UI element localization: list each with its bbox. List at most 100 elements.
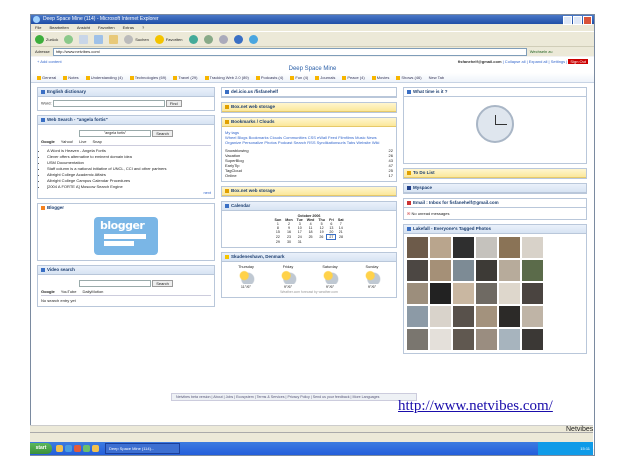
photo-thumbnail[interactable] bbox=[407, 306, 428, 327]
widget-header[interactable]: Myspace bbox=[404, 184, 586, 193]
tab-notes[interactable]: Notes bbox=[63, 75, 79, 80]
refresh-button[interactable] bbox=[94, 34, 104, 44]
tab-movies[interactable]: Movies bbox=[371, 75, 389, 80]
photo-thumbnail[interactable] bbox=[453, 260, 474, 281]
history-button[interactable] bbox=[188, 34, 198, 44]
tab-new[interactable]: New Tab bbox=[429, 75, 445, 80]
photo-thumbnail[interactable] bbox=[453, 283, 474, 304]
blogger-search-input[interactable] bbox=[104, 234, 146, 239]
photo-thumbnail[interactable] bbox=[407, 329, 428, 350]
search-button[interactable]: Search bbox=[152, 130, 173, 137]
widget-header[interactable]: English dictionary bbox=[38, 88, 214, 97]
widget-header[interactable]: Calendar bbox=[222, 202, 396, 211]
photo-thumbnail[interactable] bbox=[407, 237, 428, 258]
tab-live[interactable]: Live bbox=[79, 139, 86, 144]
photo-thumbnail[interactable] bbox=[453, 329, 474, 350]
widget-header[interactable]: Lakefall - Everyone's Tagged Photos bbox=[404, 225, 586, 234]
photo-thumbnail[interactable] bbox=[476, 329, 497, 350]
netvibes-url-link[interactable]: http://www.netvibes.com/ bbox=[398, 398, 553, 415]
widget-header[interactable]: Web Search - "angela fortis" bbox=[38, 116, 214, 125]
menu-item-help[interactable]: ? bbox=[142, 24, 144, 31]
widget-header[interactable]: del.icio.us /fisfanehelf bbox=[222, 88, 396, 97]
video-search-button[interactable]: Search bbox=[152, 280, 173, 287]
photo-thumbnail[interactable] bbox=[430, 237, 451, 258]
tab-tracking-web[interactable]: Tracking Web 2.0 (89) bbox=[204, 75, 249, 80]
result-item[interactable]: Staff column is a national initiative of… bbox=[47, 166, 211, 171]
photo-thumbnail[interactable] bbox=[522, 283, 543, 304]
video-search-input[interactable] bbox=[79, 280, 152, 287]
tab-travel[interactable]: Travel (29) bbox=[173, 75, 198, 80]
find-button[interactable]: Find bbox=[165, 100, 182, 107]
widget-header[interactable]: Box.net web storage bbox=[222, 187, 396, 196]
go-button[interactable]: Wechseln zu bbox=[530, 49, 553, 54]
minimize-button[interactable] bbox=[563, 16, 572, 25]
result-item[interactable]: USM Documentation bbox=[47, 160, 211, 165]
result-item[interactable]: Albright College Academic Affairs bbox=[47, 172, 211, 177]
widget-header[interactable]: What time is it ? bbox=[404, 88, 586, 97]
maximize-button[interactable] bbox=[573, 16, 582, 25]
bookmark-item[interactable]: Online 17 bbox=[225, 173, 393, 178]
menu-item-file[interactable]: File bbox=[35, 24, 41, 31]
home-button[interactable] bbox=[109, 34, 119, 44]
quick-launch-icon[interactable] bbox=[56, 445, 63, 452]
tab-snap[interactable]: Snap bbox=[93, 139, 102, 144]
menu-item-tools[interactable]: Extras bbox=[123, 24, 134, 31]
add-content-link[interactable]: + Add content bbox=[37, 59, 62, 64]
tab-journals[interactable]: Journals bbox=[315, 75, 335, 80]
tab-youtube[interactable]: YouTube bbox=[61, 289, 77, 294]
sign-out-button[interactable]: Sign Out bbox=[568, 58, 588, 64]
quick-launch-icon[interactable] bbox=[83, 445, 90, 452]
tab-google[interactable]: Google bbox=[41, 139, 55, 144]
favorites-button[interactable]: Favoriten bbox=[154, 34, 183, 44]
tab-google-video[interactable]: Google bbox=[41, 289, 55, 294]
result-item[interactable]: Clever offers alternative to eminent dom… bbox=[47, 154, 211, 159]
calendar-day[interactable]: 29 bbox=[272, 240, 283, 244]
page-footer[interactable]: Netvibes beta version | About | Jobs | E… bbox=[171, 393, 417, 401]
address-input[interactable]: http://www.netvibes.com/ bbox=[52, 47, 527, 56]
forward-button[interactable] bbox=[64, 34, 74, 44]
messenger-button[interactable] bbox=[248, 34, 258, 44]
photo-thumbnail[interactable] bbox=[407, 260, 428, 281]
widget-header[interactable]: Blogger bbox=[38, 204, 214, 212]
widget-header[interactable]: Email : Inbox for fisfanehelf@gmail.com bbox=[404, 199, 586, 208]
next-link[interactable]: next bbox=[41, 190, 211, 195]
tag-cloud[interactable]: Wheel Blogs Bookmarks Clouds Communities… bbox=[225, 135, 393, 145]
menu-item-view[interactable]: Ansicht bbox=[77, 24, 90, 31]
tab-understanding[interactable]: Understanding (4) bbox=[85, 75, 123, 80]
tab-podcasts[interactable]: Podcasts (4) bbox=[255, 75, 283, 80]
tab-dailymotion[interactable]: DailyMotion bbox=[83, 289, 104, 294]
photo-thumbnail[interactable] bbox=[522, 329, 543, 350]
tab-fun[interactable]: Fun (4) bbox=[290, 75, 308, 80]
widget-header[interactable]: Bookmarks / Clouds bbox=[222, 118, 396, 127]
search-input[interactable]: "angela fortis" bbox=[79, 130, 152, 137]
quick-launch-icon[interactable] bbox=[92, 445, 99, 452]
result-item[interactable]: A Word is Heaven - Angela Fortis bbox=[47, 148, 211, 153]
photo-thumbnail[interactable] bbox=[522, 260, 543, 281]
tab-yahoo[interactable]: Yahoo! bbox=[61, 139, 73, 144]
tab-shows[interactable]: Shows (46) bbox=[396, 75, 422, 80]
photo-thumbnail[interactable] bbox=[453, 306, 474, 327]
photo-thumbnail[interactable] bbox=[430, 306, 451, 327]
result-item[interactable]: Albright College Campus Calendar Procedu… bbox=[47, 178, 211, 183]
photo-thumbnail[interactable] bbox=[476, 306, 497, 327]
photo-thumbnail[interactable] bbox=[522, 306, 543, 327]
photo-thumbnail[interactable] bbox=[522, 237, 543, 258]
photo-thumbnail[interactable] bbox=[499, 237, 520, 258]
widget-header[interactable]: Video search bbox=[38, 266, 214, 275]
photo-thumbnail[interactable] bbox=[476, 237, 497, 258]
widget-header[interactable]: Box.net web storage bbox=[222, 103, 396, 112]
photo-thumbnail[interactable] bbox=[453, 237, 474, 258]
blogger-select[interactable] bbox=[104, 241, 134, 246]
photo-thumbnail[interactable] bbox=[499, 260, 520, 281]
tab-general[interactable]: General bbox=[37, 75, 56, 80]
widget-header[interactable]: To Do List bbox=[404, 169, 586, 178]
quick-launch-icon[interactable] bbox=[65, 445, 72, 452]
menu-item-favorites[interactable]: Favoriten bbox=[98, 24, 115, 31]
photo-thumbnail[interactable] bbox=[407, 283, 428, 304]
weather-footer[interactable]: Weather.com forecast by weather.com bbox=[225, 290, 393, 294]
photo-thumbnail[interactable] bbox=[499, 329, 520, 350]
search-button[interactable]: Suchen bbox=[124, 34, 149, 44]
word-input[interactable] bbox=[52, 100, 165, 107]
close-button[interactable] bbox=[583, 16, 592, 25]
photo-thumbnail[interactable] bbox=[430, 283, 451, 304]
